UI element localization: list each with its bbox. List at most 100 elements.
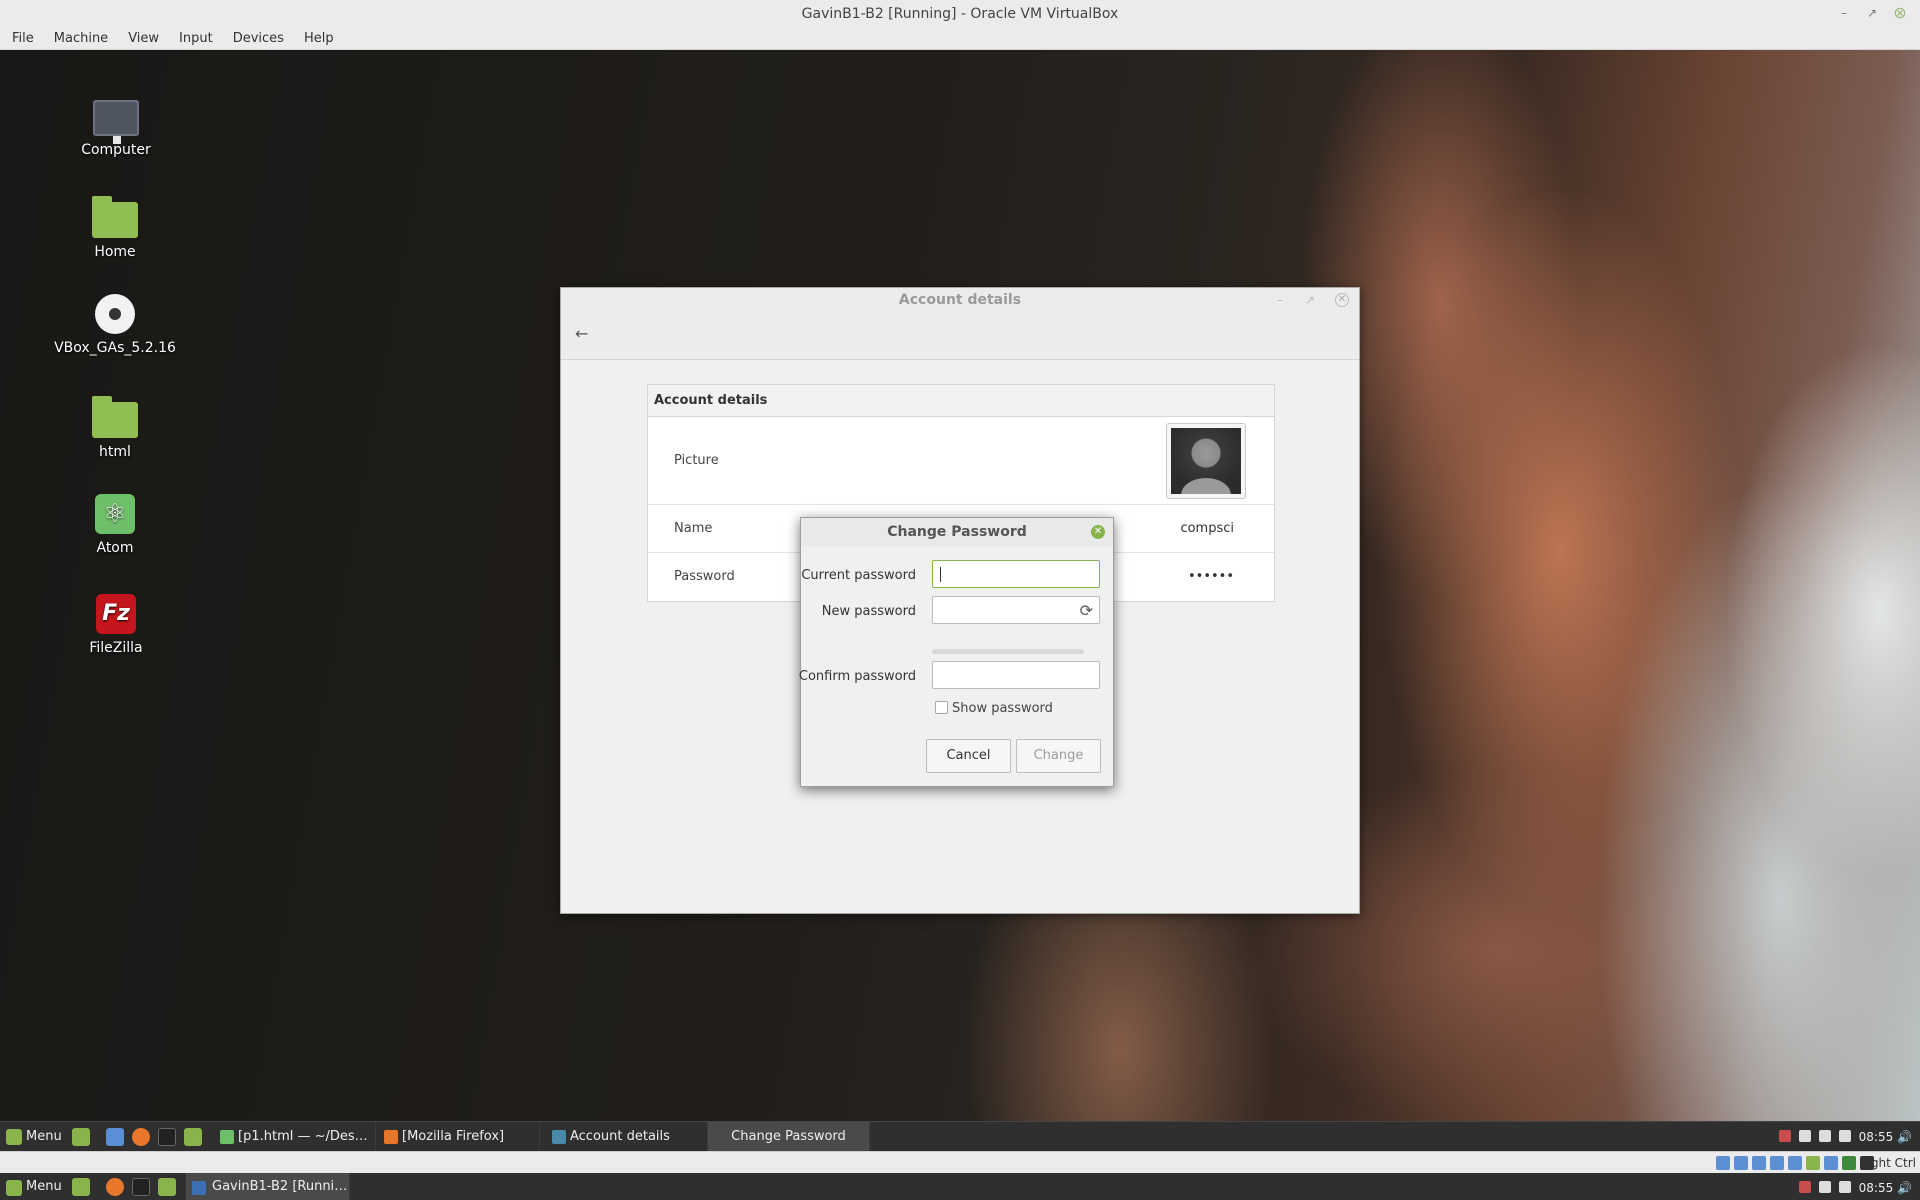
menu-file[interactable]: File — [0, 28, 44, 50]
display-icon[interactable] — [1824, 1156, 1838, 1170]
clipboard-icon[interactable] — [1798, 1130, 1811, 1142]
usb-icon[interactable] — [1788, 1156, 1802, 1170]
taskbar-window-label: Change Password — [731, 1129, 846, 1144]
host-menu-button[interactable]: Menu — [4, 1173, 62, 1200]
desktop-icon-filezilla[interactable]: Fz FileZilla — [46, 594, 186, 656]
taskbar-window-change-password[interactable]: Change Password — [708, 1122, 870, 1152]
user-icon[interactable] — [1818, 1181, 1831, 1193]
close-icon[interactable]: ⊗ — [1886, 0, 1914, 28]
current-password-field[interactable] — [932, 560, 1100, 588]
picture-row[interactable]: Picture — [648, 417, 1274, 505]
menu-help[interactable]: Help — [294, 28, 344, 50]
taskbar-window-account-details[interactable]: Account details — [546, 1122, 708, 1152]
taskbar-window-firefox[interactable]: [Mozilla Firefox] — [378, 1122, 540, 1152]
show-password-checkbox[interactable] — [935, 701, 948, 714]
host-title-bar: GavinB1-B2 [Running] - Oracle VM Virtual… — [0, 0, 1920, 28]
virtualbox-status-bar: Right Ctrl — [0, 1151, 1920, 1173]
volume-icon[interactable]: 🔊 — [1897, 1181, 1912, 1195]
show-password-toggle[interactable]: Show password — [935, 701, 1053, 716]
show-desktop-icon[interactable] — [72, 1178, 90, 1196]
taskbar-window-label: [p1.html — ~/Deskto... — [238, 1129, 376, 1144]
firefox-launcher-icon[interactable] — [106, 1178, 124, 1196]
filezilla-icon: Fz — [96, 594, 136, 634]
dialog-title: Change Password — [887, 524, 1027, 540]
host-system-tray: 08:55 🔊 — [1798, 1173, 1912, 1200]
avatar[interactable] — [1166, 423, 1246, 499]
vm-desktop[interactable]: Computer Home VBox_GAs_5.2.16 html ⚛ Ato… — [0, 50, 1920, 1121]
minimize-icon[interactable]: – — [1271, 291, 1289, 309]
optical-drive-icon[interactable] — [1734, 1156, 1748, 1170]
user-icon[interactable] — [1818, 1130, 1831, 1142]
menu-view[interactable]: View — [118, 28, 169, 50]
desktop-icon-html[interactable]: html — [45, 394, 185, 460]
taskbar-window-label: [Mozilla Firefox] — [402, 1129, 505, 1144]
virtualbox-icon — [192, 1181, 206, 1195]
cancel-button[interactable]: Cancel — [926, 739, 1011, 773]
shield-icon[interactable] — [1798, 1181, 1811, 1193]
atom-icon: ⚛ — [95, 494, 135, 534]
audio-icon[interactable] — [1752, 1156, 1766, 1170]
menu-machine[interactable]: Machine — [44, 28, 118, 50]
browser-launcher-icon[interactable] — [106, 1128, 124, 1146]
password-strength-bar — [932, 649, 1084, 654]
desktop-icon-label: html — [99, 444, 131, 460]
maximize-icon[interactable]: ↗ — [1858, 0, 1886, 28]
volume-icon[interactable]: 🔊 — [1897, 1130, 1912, 1144]
close-icon[interactable]: ✕ — [1091, 525, 1105, 539]
shared-folders-icon[interactable] — [1806, 1156, 1820, 1170]
taskbar-window-label: Account details — [570, 1129, 670, 1144]
home-folder-icon — [92, 196, 138, 238]
desktop-icon-vbox-gas[interactable]: VBox_GAs_5.2.16 — [45, 294, 185, 356]
desktop-icon-label: Atom — [96, 540, 134, 556]
guest-taskbar: Menu [p1.html — ~/Deskto... [Mozilla Fir… — [0, 1121, 1920, 1152]
minimize-icon[interactable]: – — [1830, 0, 1858, 28]
desktop-icon-label: FileZilla — [89, 640, 143, 656]
desktop-icon-computer[interactable]: Computer — [46, 94, 186, 158]
terminal-launcher-icon[interactable] — [132, 1178, 150, 1196]
firefox-launcher-icon[interactable] — [132, 1128, 150, 1146]
picture-label: Picture — [674, 453, 719, 468]
network-icon[interactable] — [1770, 1156, 1784, 1170]
network-icon[interactable] — [1838, 1130, 1851, 1142]
guest-menu-button[interactable]: Menu — [4, 1122, 62, 1152]
shield-icon[interactable] — [1778, 1130, 1791, 1142]
taskbar-window-p1-html[interactable]: [p1.html — ~/Deskto... — [214, 1122, 376, 1152]
host-clock[interactable]: 08:55 — [1859, 1181, 1894, 1195]
desktop-icon-label: Home — [94, 244, 136, 260]
account-header-bar: ← — [561, 312, 1359, 360]
terminal-launcher-icon[interactable] — [158, 1128, 176, 1146]
desktop-icon-atom[interactable]: ⚛ Atom — [45, 494, 185, 556]
hard-disk-icon[interactable] — [1716, 1156, 1730, 1170]
back-arrow-icon[interactable]: ← — [575, 324, 588, 343]
menu-devices[interactable]: Devices — [223, 28, 294, 50]
disc-icon — [95, 294, 135, 334]
guest-clock[interactable]: 08:55 — [1859, 1130, 1894, 1144]
files-launcher-icon[interactable] — [158, 1178, 176, 1196]
close-icon[interactable]: ✕ — [1335, 293, 1349, 307]
text-caret — [940, 567, 941, 582]
refresh-icon[interactable]: ⟳ — [1080, 601, 1093, 620]
user-icon — [552, 1130, 566, 1144]
folder-link-icon — [92, 396, 138, 438]
maximize-icon[interactable]: ↗ — [1301, 291, 1319, 309]
confirm-password-label: Confirm password — [798, 669, 916, 684]
new-password-field[interactable]: ⟳ — [932, 596, 1100, 624]
confirm-password-field[interactable] — [932, 661, 1100, 689]
host-taskbar: Menu GavinB1-B2 [Running... 08:55 🔊 — [0, 1173, 1920, 1200]
panel-title: Account details — [648, 385, 1274, 417]
name-label: Name — [674, 521, 713, 536]
show-desktop-icon[interactable] — [72, 1128, 90, 1146]
host-menu-bar: File Machine View Input Devices Help — [0, 28, 1920, 50]
files-launcher-icon[interactable] — [184, 1128, 202, 1146]
user-silhouette-icon — [1171, 428, 1241, 494]
taskbar-window-label: GavinB1-B2 [Running... — [212, 1179, 350, 1194]
new-password-label: New password — [821, 604, 916, 619]
network-icon[interactable] — [1838, 1181, 1851, 1193]
menu-input[interactable]: Input — [169, 28, 223, 50]
host-taskbar-window-virtualbox[interactable]: GavinB1-B2 [Running... — [186, 1173, 350, 1200]
change-button[interactable]: Change — [1016, 739, 1101, 773]
recording-icon[interactable] — [1842, 1156, 1856, 1170]
firefox-icon — [384, 1130, 398, 1144]
desktop-icon-home[interactable]: Home — [45, 194, 185, 260]
password-value: •••••• — [1187, 569, 1234, 584]
